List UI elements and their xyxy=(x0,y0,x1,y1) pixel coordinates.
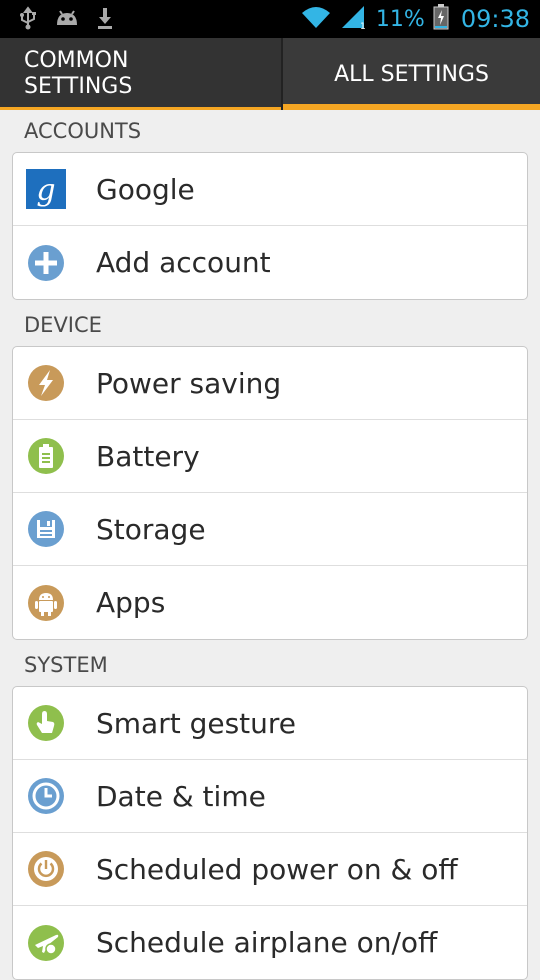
settings-item-apps[interactable]: Apps xyxy=(13,566,527,639)
section-header-device: DEVICE xyxy=(24,313,102,337)
svg-text:g: g xyxy=(36,173,55,208)
usb-icon xyxy=(18,6,38,34)
hand-gesture-icon xyxy=(26,703,66,743)
device-card: Power saving Battery Storage Apps xyxy=(12,346,528,640)
settings-item-label: Date & time xyxy=(96,779,266,813)
clock-icon xyxy=(26,776,66,816)
system-card: Smart gesture Date & time Scheduled powe… xyxy=(12,686,528,980)
status-bar: 1 11% 09:38 xyxy=(0,0,540,38)
settings-item-label: Schedule airplane on/off xyxy=(96,926,438,959)
google-icon: g xyxy=(26,169,66,209)
section-header-system: SYSTEM xyxy=(24,653,108,677)
battery-icon xyxy=(26,436,66,476)
battery-charging-icon xyxy=(433,4,449,34)
tab-all-settings[interactable]: ALL SETTINGS xyxy=(283,38,540,110)
accounts-card: g Google Add account xyxy=(12,152,528,300)
airplane-icon xyxy=(26,923,66,963)
section-header-accounts: ACCOUNTS xyxy=(24,119,142,143)
settings-item-label: Apps xyxy=(96,586,166,619)
settings-item-battery[interactable]: Battery xyxy=(13,420,527,493)
tab-all-settings-label: ALL SETTINGS xyxy=(334,61,489,87)
clock-time: 09:38 xyxy=(460,5,530,33)
settings-list[interactable]: ACCOUNTS g Google Add account DEVICE Pow… xyxy=(0,110,540,980)
battery-percent: 11% xyxy=(375,6,425,32)
settings-item-storage[interactable]: Storage xyxy=(13,493,527,566)
system-status: 1 11% 09:38 xyxy=(300,4,530,34)
tab-common-settings[interactable]: COMMON SETTINGS xyxy=(0,38,281,110)
settings-item-label: Storage xyxy=(96,512,206,546)
settings-item-power-saving[interactable]: Power saving xyxy=(13,347,527,420)
settings-item-label: Scheduled power on & off xyxy=(96,852,458,886)
android-debug-icon xyxy=(54,7,80,33)
settings-item-label: Add account xyxy=(96,246,271,279)
settings-item-label: Google xyxy=(96,172,195,206)
settings-item-scheduled-power[interactable]: Scheduled power on & off xyxy=(13,833,527,906)
settings-item-label: Battery xyxy=(96,439,200,473)
svg-text:1: 1 xyxy=(360,22,366,30)
settings-item-label: Power saving xyxy=(96,366,282,400)
settings-item-schedule-airplane[interactable]: Schedule airplane on/off xyxy=(13,906,527,979)
android-icon xyxy=(26,583,66,623)
settings-item-google[interactable]: g Google xyxy=(13,153,527,226)
settings-tabs: COMMON SETTINGS ALL SETTINGS xyxy=(0,38,540,110)
storage-icon xyxy=(26,509,66,549)
settings-item-date-time[interactable]: Date & time xyxy=(13,760,527,833)
settings-item-label: Smart gesture xyxy=(96,706,297,740)
wifi-icon xyxy=(300,4,332,34)
signal-icon: 1 xyxy=(340,4,368,34)
download-icon xyxy=(96,6,114,34)
tab-common-settings-label: COMMON SETTINGS xyxy=(24,48,133,99)
settings-item-smart-gesture[interactable]: Smart gesture xyxy=(13,687,527,760)
lightning-icon xyxy=(26,363,66,403)
power-icon xyxy=(26,849,66,889)
notification-icons xyxy=(18,6,114,34)
add-circle-icon xyxy=(26,243,66,283)
settings-item-add-account[interactable]: Add account xyxy=(13,226,527,299)
